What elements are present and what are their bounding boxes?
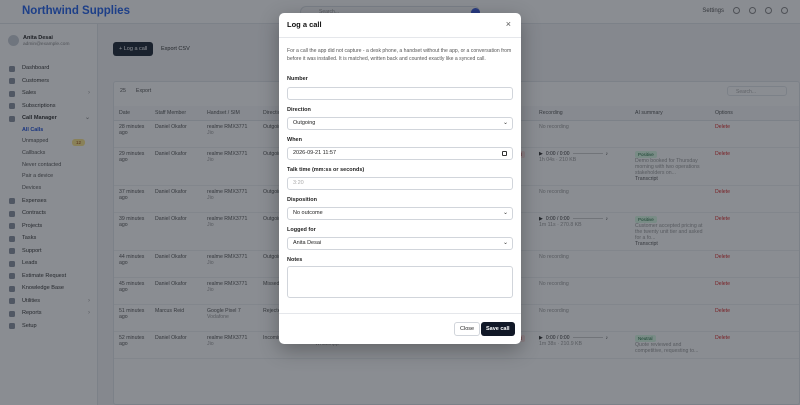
chevron-down-icon: ⌄: [502, 120, 508, 126]
close-icon[interactable]: ×: [506, 19, 511, 29]
number-field[interactable]: [287, 87, 513, 100]
direction-select[interactable]: Outgoing ⌄: [287, 117, 513, 130]
notes-label: Notes: [287, 257, 303, 263]
chevron-down-icon: ⌄: [502, 210, 508, 216]
dialog-header: Log a call ×: [279, 13, 521, 38]
disposition-value: No outcome: [293, 210, 323, 216]
dialog-footer: Close Save call: [279, 313, 521, 344]
save-call-button[interactable]: Save call: [481, 322, 515, 336]
direction-label: Direction: [287, 107, 311, 113]
close-button[interactable]: Close: [454, 322, 481, 336]
logged-for-value: Anita Desai: [293, 240, 322, 246]
direction-value: Outgoing: [293, 120, 316, 126]
chevron-down-icon: ⌄: [502, 240, 508, 246]
notes-textarea[interactable]: [287, 266, 513, 298]
dialog-description: For a call the app did not capture - a d…: [287, 48, 512, 62]
calendar-icon[interactable]: [502, 151, 507, 156]
log-call-dialog: Log a call × For a call the app did not …: [279, 13, 521, 344]
logged-for-select[interactable]: Anita Desai ⌄: [287, 237, 513, 250]
dialog-title: Log a call: [287, 20, 322, 29]
number-label: Number: [287, 76, 308, 82]
talk-time-label: Talk time (mm:ss or seconds): [287, 167, 365, 173]
when-datetime-field[interactable]: 2026-09-21 11:57: [287, 147, 513, 160]
disposition-label: Disposition: [287, 197, 317, 203]
when-label: When: [287, 137, 302, 143]
talk-time-field[interactable]: 3:20: [287, 177, 513, 190]
when-value: 2026-09-21 11:57: [293, 150, 337, 156]
logged-for-label: Logged for: [287, 227, 316, 233]
disposition-select[interactable]: No outcome ⌄: [287, 207, 513, 220]
